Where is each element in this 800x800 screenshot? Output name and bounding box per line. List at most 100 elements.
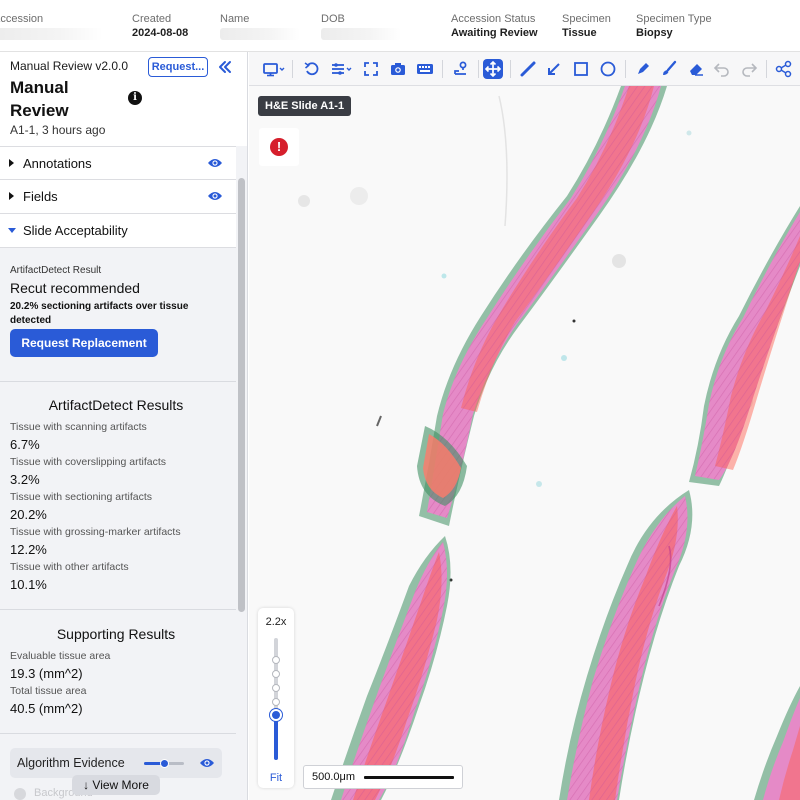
- result-value: 6.7%: [10, 437, 40, 452]
- result-label: Tissue with sectioning artifacts: [10, 491, 153, 503]
- header-accession-redacted: [0, 28, 103, 40]
- eraser-icon[interactable]: [686, 59, 706, 79]
- zoom-step[interactable]: [272, 656, 280, 664]
- zoom-step[interactable]: [272, 698, 280, 706]
- slide-acceptability-label: Slide Acceptability: [23, 223, 128, 238]
- artifact-results-title: ArtifactDetect Results: [48, 397, 184, 413]
- header-specimen: Specimen Tissue: [562, 12, 611, 40]
- header-dob-label: DOB: [321, 13, 345, 25]
- view-more-button[interactable]: ↓ View More: [72, 775, 160, 795]
- support-value: 19.3 (mm^2): [10, 666, 83, 681]
- zoom-level: 2.2x: [265, 616, 287, 628]
- caret-down-icon: [8, 228, 16, 233]
- header-dob-redacted: [321, 28, 401, 40]
- result-label: Tissue with coverslipping artifacts: [10, 456, 167, 468]
- header-specimen-type-label: Specimen Type: [636, 13, 712, 25]
- circle-icon[interactable]: [598, 59, 618, 79]
- support-value: 40.5 (mm^2): [10, 701, 83, 716]
- header-status: Accession Status Awaiting Review: [451, 12, 538, 40]
- monitor-icon[interactable]: [261, 59, 287, 79]
- header-status-value: Awaiting Review: [451, 27, 538, 39]
- result-value: 10.1%: [10, 577, 47, 592]
- arrow-icon[interactable]: [544, 59, 564, 79]
- rectangle-icon[interactable]: [571, 59, 591, 79]
- algorithm-evidence-label: Algorithm Evidence: [17, 756, 125, 770]
- artifact-result-headline: Recut recommended: [10, 280, 140, 296]
- artifact-result-description: 20.2% sectioning artifacts over tissue d…: [10, 301, 189, 326]
- zoom-step[interactable]: [272, 684, 280, 692]
- header-specimen-label: Specimen: [562, 13, 611, 25]
- toolbar-divider: [510, 60, 511, 78]
- zoom-fit-button[interactable]: Fit: [258, 772, 294, 784]
- page-title: Manual Review: [10, 78, 69, 120]
- header-created-label: Created: [132, 13, 172, 25]
- ruler-icon[interactable]: [518, 59, 538, 79]
- support-label: Total tissue area: [10, 685, 87, 697]
- tissue-strip: [689, 206, 800, 486]
- alert-icon[interactable]: !: [270, 138, 288, 156]
- fullscreen-icon[interactable]: [361, 59, 381, 79]
- keyboard-icon[interactable]: [415, 59, 435, 79]
- alert-panel[interactable]: !: [259, 128, 299, 166]
- evidence-slider-knob[interactable]: [160, 759, 169, 768]
- eye-icon[interactable]: [207, 190, 223, 202]
- fields-section[interactable]: Fields: [0, 180, 236, 214]
- zoom-slider-knob[interactable]: [270, 709, 282, 721]
- collapse-panel-icon[interactable]: [217, 59, 233, 75]
- header-accession-label: Accession: [0, 13, 44, 25]
- slide-viewer[interactable]: H&E Slide A1-1 ! 2.2x Fit 500.0μm: [249, 86, 800, 800]
- result-label: Tissue with other artifacts: [10, 561, 129, 573]
- eye-icon[interactable]: [199, 757, 215, 769]
- scale-label: 500.0μm: [312, 771, 356, 783]
- layers-icon[interactable]: [329, 59, 355, 79]
- artifact-result-label: ArtifactDetect Result: [10, 265, 102, 276]
- header-specimen-type: Specimen Type Biopsy: [636, 12, 712, 40]
- header-status-label: Accession Status: [451, 13, 536, 25]
- toolbar-divider: [442, 60, 443, 78]
- annotations-section[interactable]: Annotations: [0, 146, 236, 180]
- caret-right-icon: [9, 159, 14, 167]
- fields-label: Fields: [23, 189, 58, 204]
- request-button[interactable]: Request...: [148, 57, 208, 77]
- scale-bar: 500.0μm: [303, 765, 463, 789]
- share-icon[interactable]: [774, 59, 794, 79]
- slide-label: H&E Slide A1-1: [258, 96, 352, 116]
- slide-acceptability-section[interactable]: Slide Acceptability: [0, 214, 236, 248]
- info-icon[interactable]: i: [128, 91, 142, 105]
- brush-icon[interactable]: [659, 59, 679, 79]
- request-replacement-button[interactable]: Request Replacement: [10, 329, 158, 357]
- header-dob: DOB: [321, 12, 401, 40]
- toolbar-divider: [292, 60, 293, 78]
- header-name: Name: [220, 12, 300, 40]
- header-specimen-type-value: Biopsy: [636, 27, 673, 39]
- viewer-toolbar: [249, 52, 800, 86]
- tissue-slide-image[interactable]: [249, 86, 800, 800]
- zoom-control: 2.2x Fit: [258, 608, 294, 788]
- rotate-icon[interactable]: [302, 59, 322, 79]
- result-value: 20.2%: [10, 507, 47, 522]
- acceptability-content: ArtifactDetect Result Recut recommended …: [0, 249, 236, 379]
- tissue-strip: [754, 686, 800, 800]
- annotations-label: Annotations: [23, 156, 92, 171]
- header-created: Created 2024-08-08: [132, 12, 188, 40]
- tissue-strip: [559, 490, 693, 800]
- caret-right-icon: [9, 192, 14, 200]
- algorithm-evidence-row: Algorithm Evidence: [10, 748, 222, 778]
- zoom-slider-fill: [274, 715, 278, 760]
- camera-icon[interactable]: [388, 59, 408, 79]
- eye-icon[interactable]: [207, 157, 223, 169]
- app-version: Manual Review v2.0.0: [10, 59, 129, 73]
- result-value: 12.2%: [10, 542, 47, 557]
- pen-icon[interactable]: [633, 59, 653, 79]
- undo-icon[interactable]: [712, 59, 732, 79]
- pin-icon[interactable]: [451, 59, 471, 79]
- result-value: 3.2%: [10, 472, 40, 487]
- slide-subtitle: A1-1, 3 hours ago: [10, 123, 106, 137]
- zoom-step[interactable]: [272, 670, 280, 678]
- move-icon[interactable]: [483, 59, 503, 79]
- panel-scrollbar-thumb[interactable]: [238, 178, 245, 612]
- redo-icon[interactable]: [739, 59, 759, 79]
- header-name-redacted: [220, 28, 300, 40]
- evidence-opacity-slider[interactable]: [144, 759, 184, 768]
- tissue-strip: [331, 426, 467, 800]
